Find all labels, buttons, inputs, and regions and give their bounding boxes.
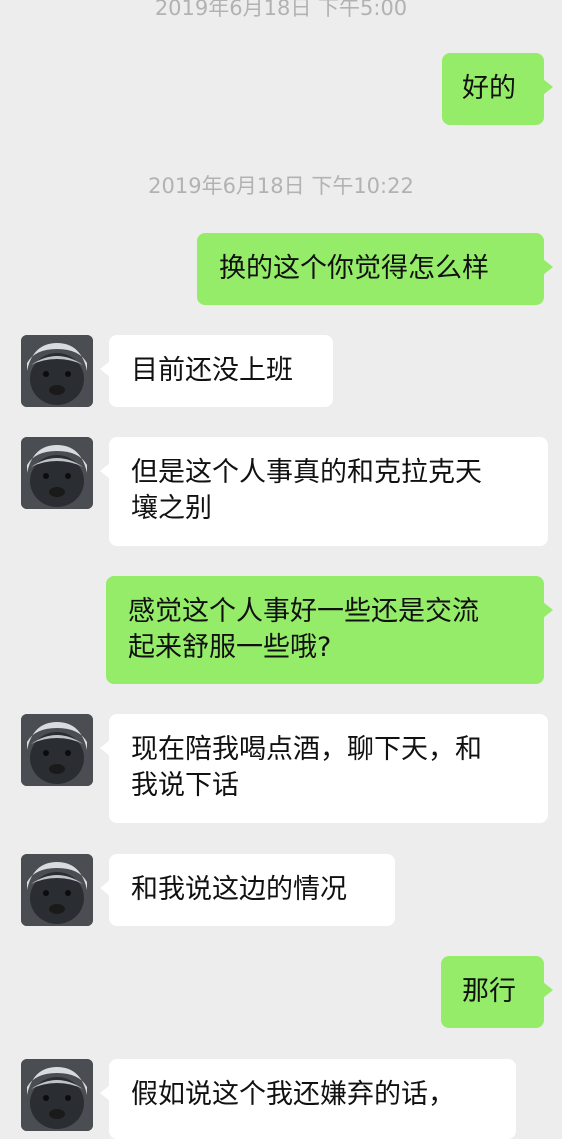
message-bubble-sent[interactable]: 那行: [441, 956, 553, 1028]
timestamp-top: 2019年6月18日 下午5:00: [154, 0, 408, 20]
honey-badger-avatar-icon: [21, 335, 93, 407]
message-text: 假如说这个我还嫌弃的话，: [131, 1079, 455, 1110]
message-text: 换的这个你觉得怎么样: [219, 253, 489, 284]
contact-avatar[interactable]: [21, 1059, 93, 1131]
honey-badger-avatar-icon: [21, 714, 93, 786]
message-text-line: 我说下话: [131, 770, 239, 801]
message-bubble-received[interactable]: 和我说这边的情况: [100, 854, 395, 926]
message-text: 目前还没上班: [131, 355, 293, 386]
message-bubble-received[interactable]: 现在陪我喝点酒，聊下天，和 我说下话: [100, 714, 548, 823]
contact-avatar[interactable]: [21, 714, 93, 786]
contact-avatar[interactable]: [21, 335, 93, 407]
message-text: 那行: [462, 976, 516, 1007]
honey-badger-avatar-icon: [21, 854, 93, 926]
timestamp-mid: 2019年6月18日 下午10:22: [148, 174, 414, 198]
message-text-line: 起来舒服一些哦?: [128, 632, 332, 663]
message-bubble-received[interactable]: 但是这个人事真的和克拉克天 壤之别: [100, 437, 548, 546]
message-text-line: 现在陪我喝点酒，聊下天，和: [131, 734, 482, 765]
message-bubble-sent[interactable]: 好的: [442, 53, 553, 125]
honey-badger-avatar-icon: [21, 437, 93, 509]
honey-badger-avatar-icon: [21, 1059, 93, 1131]
message-bubble-received[interactable]: 目前还没上班: [100, 335, 333, 407]
message-text: 好的: [462, 73, 516, 104]
message-bubble-sent[interactable]: 感觉这个人事好一些还是交流 起来舒服一些哦?: [106, 576, 553, 684]
message-text-line: 但是这个人事真的和克拉克天: [131, 457, 482, 488]
message-text-line: 壤之别: [131, 493, 212, 524]
contact-avatar[interactable]: [21, 854, 93, 926]
message-text-line: 感觉这个人事好一些还是交流: [128, 596, 479, 627]
message-bubble-sent[interactable]: 换的这个你觉得怎么样: [197, 233, 553, 305]
message-bubble-received[interactable]: 假如说这个我还嫌弃的话，: [100, 1059, 516, 1139]
contact-avatar[interactable]: [21, 437, 93, 509]
message-text: 和我说这边的情况: [131, 874, 347, 905]
